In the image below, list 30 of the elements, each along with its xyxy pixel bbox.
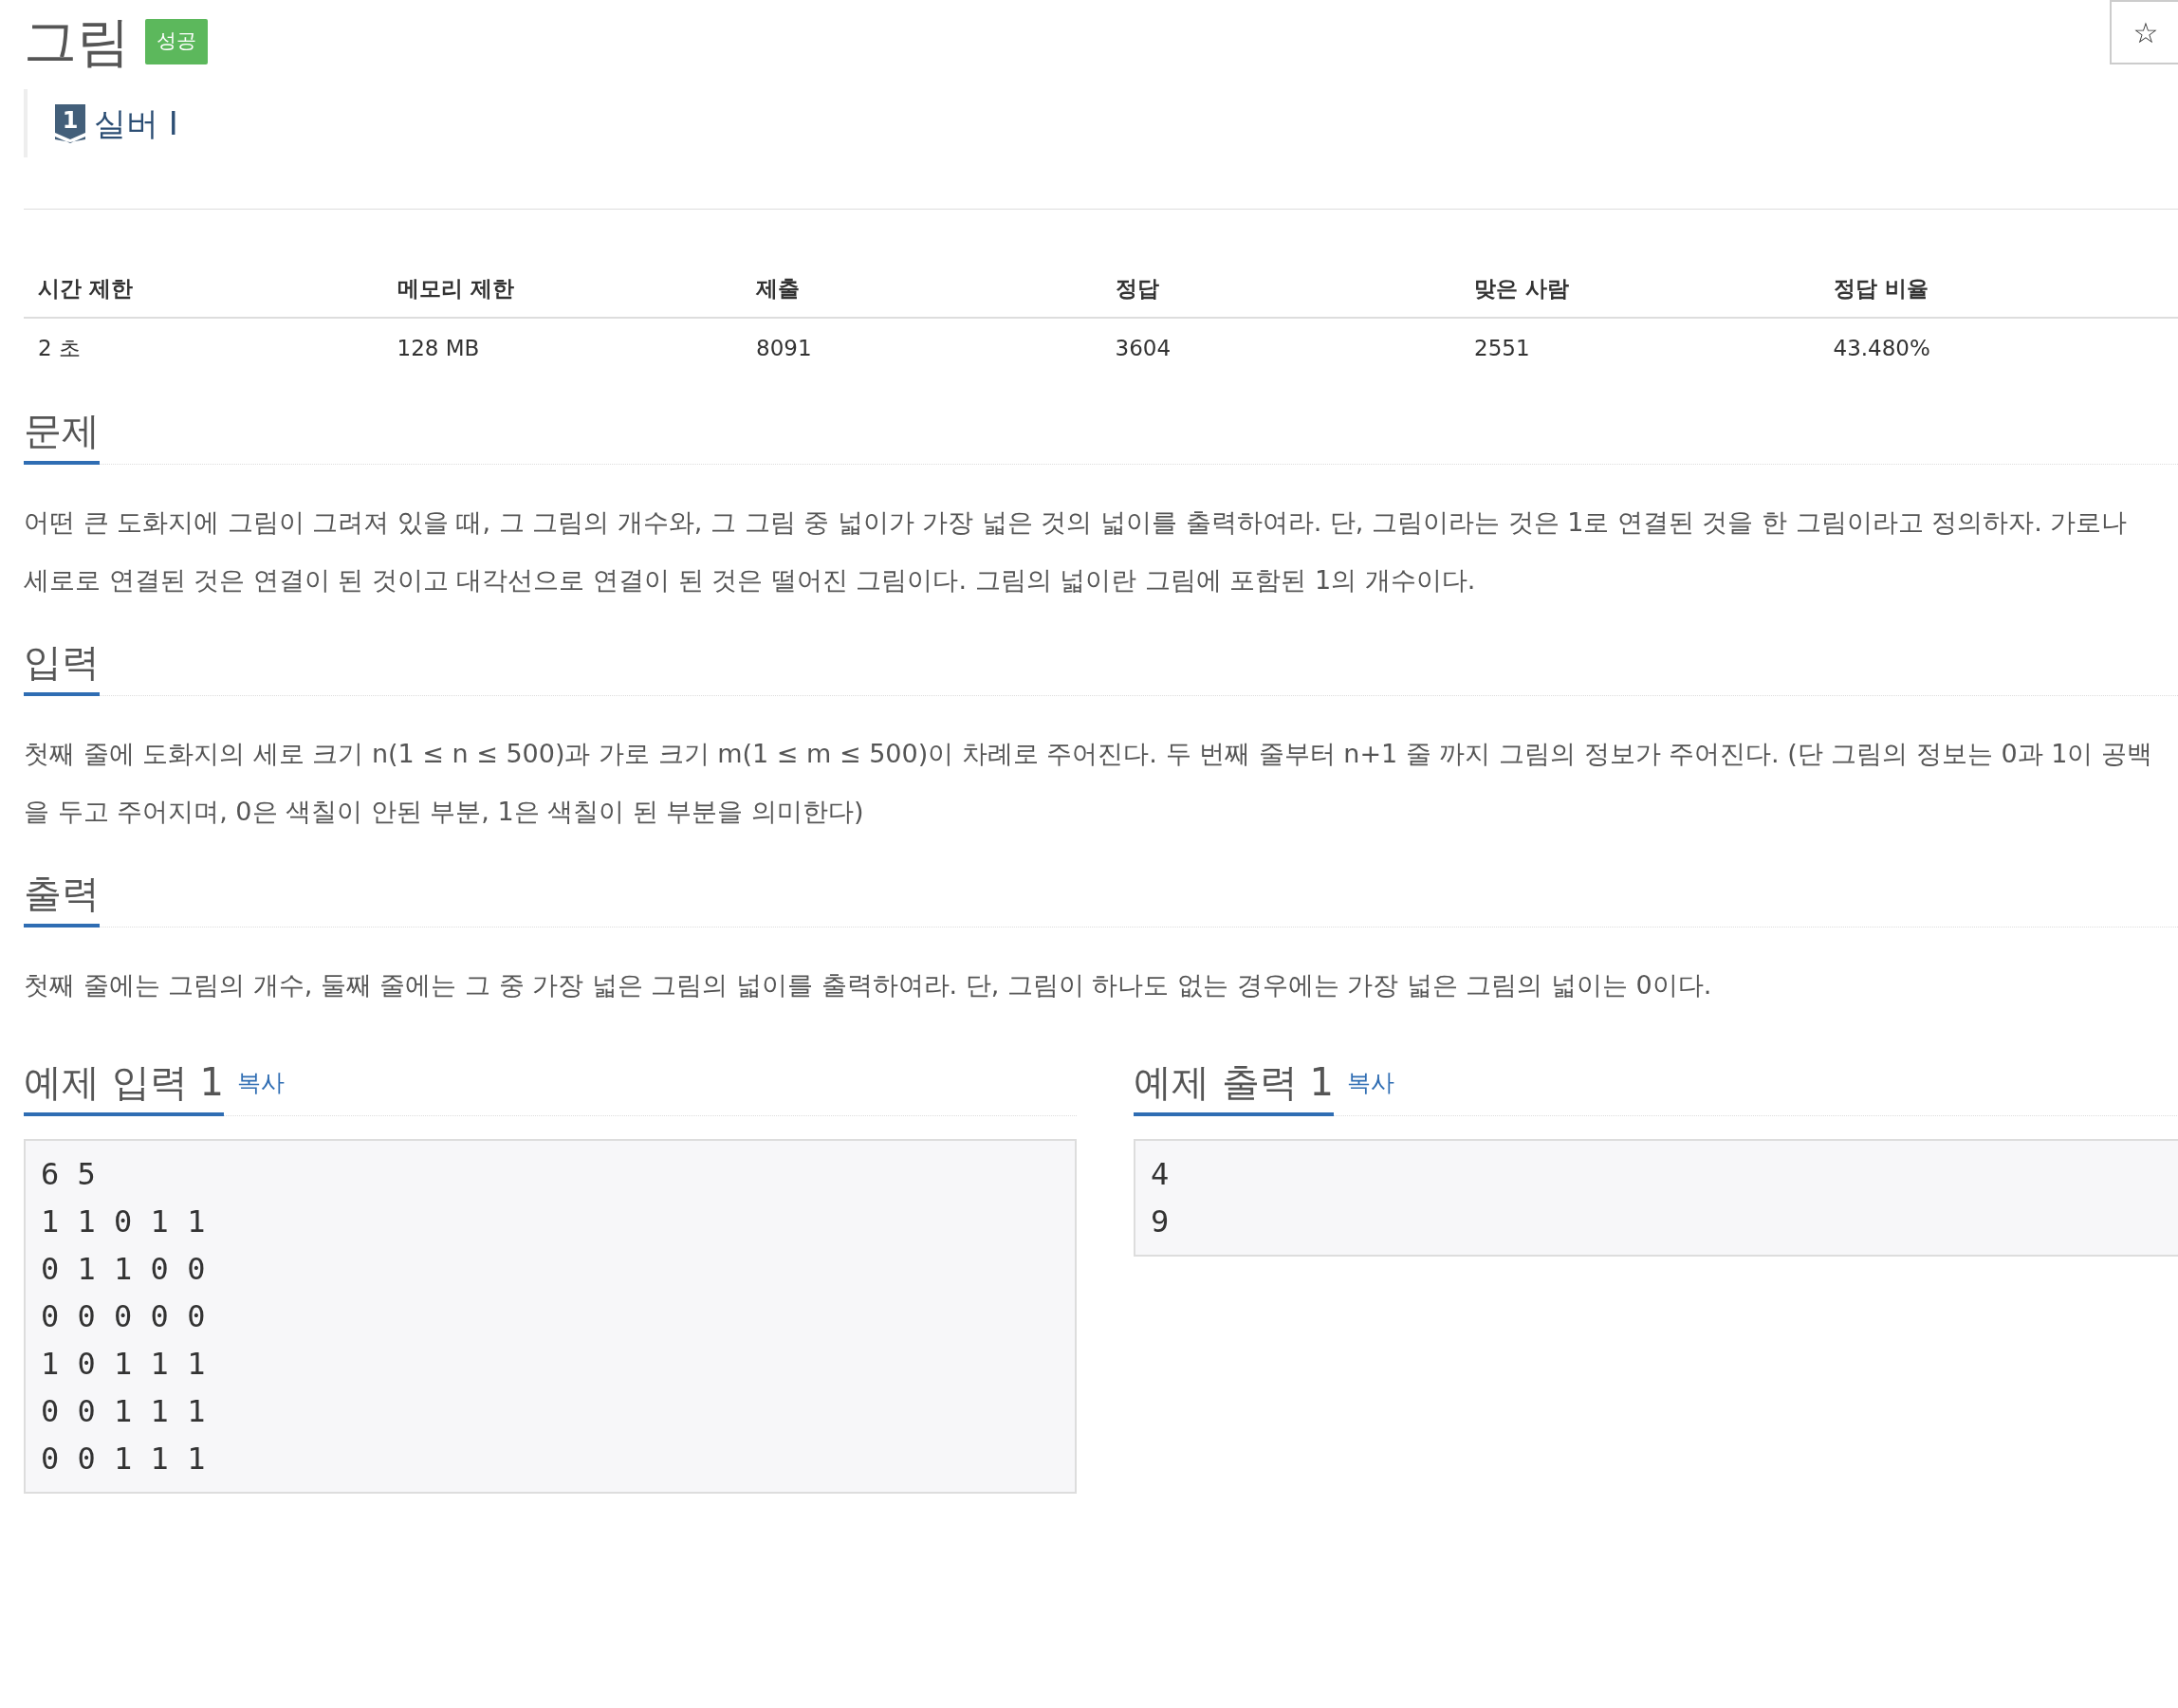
favorite-button[interactable]: ☆ <box>2110 0 2178 64</box>
sample-heading: 예제 입력 1 <box>24 1061 224 1116</box>
column-header: 맞은 사람 <box>1460 261 1819 318</box>
table-cell: 8091 <box>742 317 1101 377</box>
problem-title: 그림 <box>24 15 130 68</box>
description-text: 첫째 줄에는 그림의 개수, 둘째 줄에는 그 중 가장 넓은 그림의 넓이를 출력하여라. 단, 그림이 하나도 없는 경우에는 가장 넓은 그림의 넓이는 0이다. <box>24 969 1713 1001</box>
column-header: 정답 비율 <box>1818 261 2178 318</box>
section-heading: 출력 <box>24 872 100 927</box>
table-cell: 128 MB <box>382 317 742 377</box>
description-text: 어떤 큰 도화지에 그림이 그려져 있을 때, 그 그림의 개수와, 그 그림 중 넓이가 가장 넓은 것의 넓이를 출력하여라. 단, 그림이라는 것은 1로 연결된 것을 한 그림이라고 정의하자. 가로나 <box>24 506 2129 539</box>
sample-heading: 예제 출력 1 <box>1134 1061 1334 1116</box>
description-text: 을 두고 주어지며, 0은 색칠이 안된 부분, 1은 색칠이 된 부분을 의미한다) <box>24 796 865 828</box>
description-text: 첫째 줄에 도화지의 세로 크기 n(1 ≤ n ≤ 500)과 가로 크기 m(1 ≤ m ≤ 500)이 차례로 주어진다. 두 번째 줄부터 n+1 줄 까지 그림의 정보가 주어진다. (단 그림의 정보는 0과 1이 공백 <box>24 738 2154 770</box>
table-cell: 2551 <box>1460 317 1819 377</box>
copy-link[interactable]: 복사 <box>1346 1064 1394 1100</box>
column-header: 정답 <box>1100 261 1460 318</box>
copy-link[interactable]: 복사 <box>236 1064 285 1100</box>
tier-link[interactable]: 실버 I <box>94 99 178 148</box>
table-cell: 2 초 <box>24 317 383 377</box>
sample-data: 4 9 <box>1134 1139 2178 1257</box>
section-heading: 입력 <box>24 641 100 696</box>
column-header: 시간 제한 <box>24 261 383 318</box>
result-badge: 성공 <box>145 19 208 64</box>
table-cell: 43.480% <box>1818 317 2178 377</box>
table-cell: 3604 <box>1100 317 1460 377</box>
column-header: 메모리 제한 <box>382 261 742 318</box>
description-text: 세로로 연결된 것은 연결이 된 것이고 대각선으로 연결이 된 것은 떨어진 그림이다. 그림의 넓이란 그림에 포함된 1의 개수이다. <box>24 564 1477 597</box>
section-heading: 문제 <box>24 410 100 465</box>
column-header: 제출 <box>742 261 1101 318</box>
sample-data: 6 5 1 1 0 1 1 0 1 1 0 0 0 0 0 0 0 1 0 1 1 1 0 0 1 1 1 0 0 1 1 1 <box>24 1139 1077 1494</box>
